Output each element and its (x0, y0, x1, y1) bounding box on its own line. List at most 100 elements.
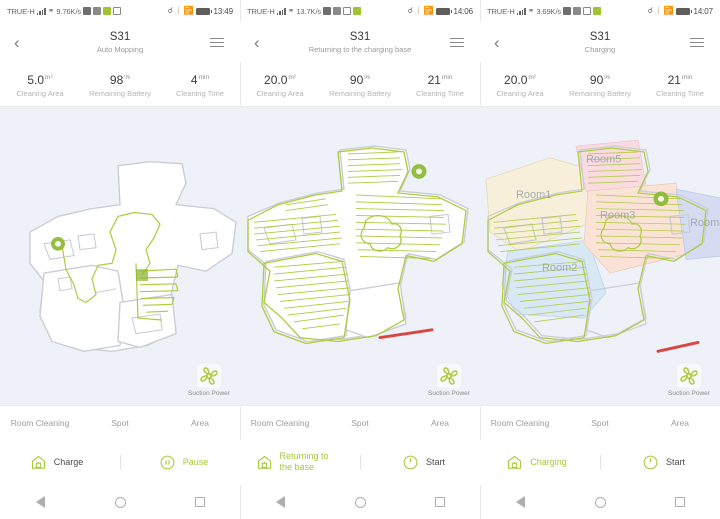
mode-spot[interactable]: Spot (80, 418, 160, 428)
fan-icon (437, 364, 461, 388)
hamburger-icon[interactable] (450, 37, 466, 47)
stat-value: 20.0 (264, 72, 288, 87)
stat-label: Remaining Battery (569, 88, 631, 98)
mode-spot[interactable]: Spot (560, 418, 640, 428)
bluetooth-icon: ᛁ (415, 6, 421, 15)
app-notif-icon-1 (563, 7, 572, 15)
app-notif-icon-1 (323, 7, 332, 15)
phone-screen-1: TRUE-H ⚭ 9.76K/s ☌ ᛁ 📴 13:49 ‹ S31 Auto … (0, 0, 240, 519)
start-button[interactable]: Start (374, 454, 474, 471)
pause-label: Pause (182, 456, 209, 467)
stat-unit: min (441, 73, 453, 81)
fan-icon (677, 364, 701, 388)
back-button[interactable]: ‹ (494, 34, 512, 51)
mode-room-cleaning[interactable]: Room Cleaning (480, 418, 560, 428)
signal-icon (516, 7, 526, 15)
status-bar: TRUE-H ⚭ 9.76K/s ☌ ᛁ 📴 13:49 (0, 0, 240, 22)
stat-unit: min (681, 73, 693, 81)
battery-icon (676, 7, 693, 15)
stat-value: 5.0 (27, 72, 45, 87)
actions-row: Charge Pause (0, 439, 240, 485)
back-button[interactable]: ‹ (254, 34, 272, 51)
screenshot-strip: TRUE-H ⚭ 9.76K/s ☌ ᛁ 📴 13:49 ‹ S31 Auto … (0, 0, 720, 519)
stat-value: 90 (349, 72, 364, 87)
stat-label: Cleaning Time (176, 88, 224, 98)
android-navbar (240, 485, 480, 519)
stat-remaining-battery: 90% Remaining Battery (320, 62, 400, 106)
hamburger-icon[interactable] (210, 37, 226, 47)
android-navbar (0, 485, 240, 519)
suction-power-label: Suction Power (428, 390, 470, 397)
wifi-tether-icon: ⚭ (527, 6, 535, 15)
carrier-label: TRUE-H (247, 6, 275, 16)
app-header: ‹ S31 Charging (480, 22, 720, 62)
mode-room-cleaning[interactable]: Room Cleaning (240, 418, 320, 428)
home-charge-icon (31, 455, 45, 469)
power-icon (643, 455, 658, 469)
action-divider (119, 455, 121, 469)
app-notif-icon-2 (333, 7, 342, 15)
robot-map-2[interactable]: Suction Power (240, 107, 480, 405)
device-status-subtitle: Charging (584, 44, 616, 54)
app-notif-icon-4 (343, 7, 352, 15)
robot-marker (411, 164, 427, 179)
net-rate-label: 9.76K/s (56, 6, 82, 16)
stats-row: 20.0m² Cleaning Area 90% Remaining Batte… (480, 62, 720, 107)
page-title: S31 (589, 30, 611, 43)
stat-cleaning-area: 5.0m² Cleaning Area (0, 62, 80, 106)
stat-unit: % (604, 73, 611, 81)
app-notif-icon-4 (113, 7, 122, 15)
recents-square-icon[interactable] (665, 492, 695, 512)
stat-value: 21 (427, 72, 441, 87)
virtual-wall (656, 341, 700, 353)
app-notif-icon-1 (83, 7, 92, 15)
charge-button[interactable]: Charge (7, 454, 107, 471)
phone-screen-3: TRUE-H ⚭ 3.69K/s ☌ ᛁ 📴 14:07 ‹ S31 Charg… (480, 0, 720, 519)
charging-button[interactable]: Charging (487, 454, 587, 471)
suction-power-button[interactable]: Suction Power (426, 364, 472, 397)
header-titles: S31 Charging (480, 30, 720, 55)
mode-area[interactable]: Area (400, 418, 480, 428)
stat-cleaning-area: 20.0m² Cleaning Area (480, 62, 560, 106)
app-notif-icon-2 (573, 7, 582, 15)
wifi-tether-icon: ⚭ (287, 6, 295, 15)
start-button[interactable]: Start (614, 454, 714, 471)
vibrate-icon: 📴 (423, 6, 434, 15)
back-button[interactable]: ‹ (14, 34, 32, 51)
mode-room-cleaning[interactable]: Room Cleaning (0, 418, 80, 428)
stat-label: Cleaning Time (656, 88, 704, 98)
start-label: Start (665, 456, 685, 467)
pause-button[interactable]: Pause (134, 454, 234, 471)
mode-area[interactable]: Area (160, 418, 240, 428)
hamburger-icon[interactable] (690, 37, 706, 47)
recents-square-icon[interactable] (425, 492, 455, 512)
robot-map-3[interactable]: Room1 Room2 Room3 Room4 Room5 (480, 107, 720, 405)
cleaning-modes-row: Room Cleaning Spot Area (240, 405, 480, 439)
robot-map-1[interactable]: Suction Power (0, 107, 240, 405)
stat-value: 21 (667, 72, 681, 87)
stat-label: Cleaning Time (416, 88, 464, 98)
suction-power-label: Suction Power (188, 390, 230, 397)
back-triangle-icon[interactable] (265, 492, 295, 512)
suction-power-button[interactable]: Suction Power (666, 364, 712, 397)
app-header: ‹ S31 Returning to the charging base (240, 22, 480, 62)
home-circle-icon[interactable] (345, 492, 375, 512)
stat-remaining-battery: 90% Remaining Battery (560, 62, 640, 106)
vpn-key-icon: ☌ (407, 6, 413, 15)
page-title: S31 (109, 30, 131, 43)
back-triangle-icon[interactable] (25, 492, 55, 512)
mode-spot[interactable]: Spot (320, 418, 400, 428)
stat-value: 20.0 (504, 72, 528, 87)
back-triangle-icon[interactable] (505, 492, 535, 512)
returning-to-base-button[interactable]: Returning to the base (247, 451, 347, 473)
app-header: ‹ S31 Auto Mopping (0, 22, 240, 62)
mode-area[interactable]: Area (640, 418, 720, 428)
carrier-label: TRUE-H (487, 6, 515, 16)
power-icon (403, 455, 418, 469)
home-circle-icon[interactable] (105, 492, 135, 512)
room-label-5: Room5 (586, 154, 621, 166)
home-circle-icon[interactable] (585, 492, 615, 512)
suction-power-button[interactable]: Suction Power (186, 364, 232, 397)
header-titles: S31 Returning to the charging base (240, 30, 480, 55)
recents-square-icon[interactable] (185, 492, 215, 512)
